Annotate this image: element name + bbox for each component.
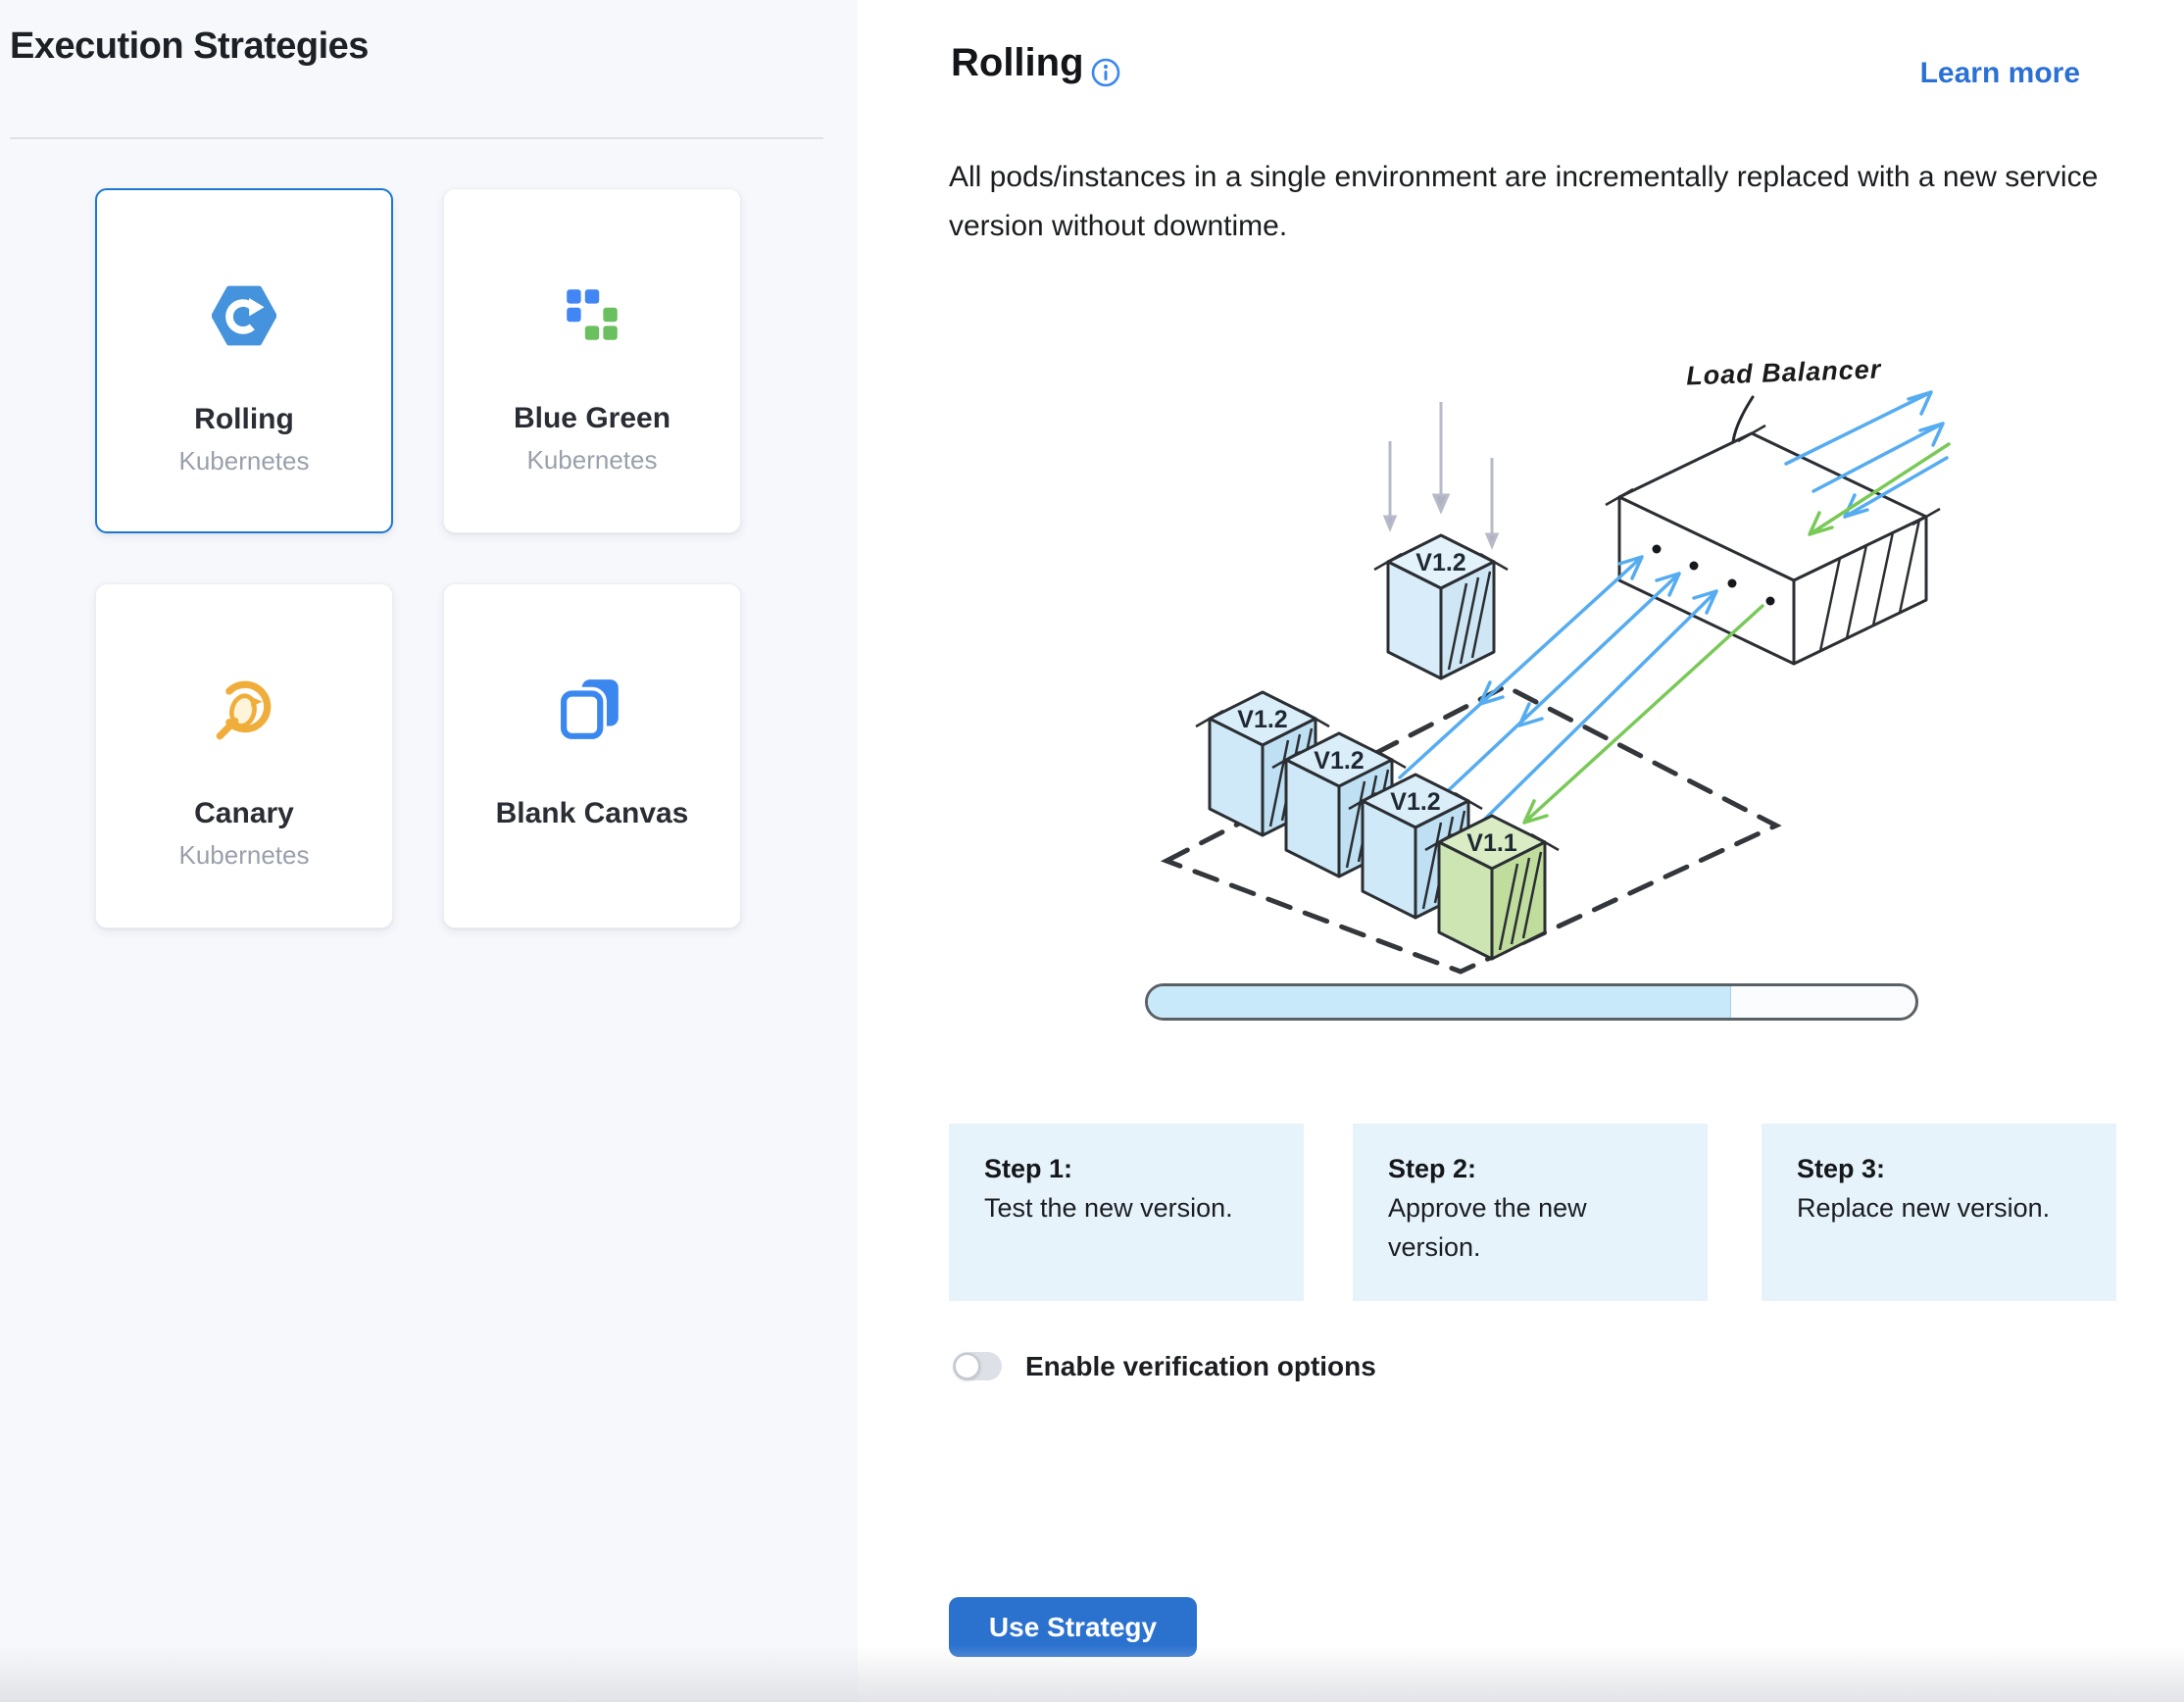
step-card-3: Step 3: Replace new version. [1762,1124,2116,1301]
step-description: Replace new version. [1797,1188,2081,1227]
use-strategy-button[interactable]: Use Strategy [949,1597,1197,1657]
verification-toggle-label: Enable verification options [1025,1352,1376,1381]
info-icon[interactable] [1090,57,1121,88]
toggle-knob [954,1353,980,1379]
step-title: Step 1: [984,1149,1268,1188]
progress-fill [1148,986,1731,1018]
deploy-drop-arrows [1385,402,1497,546]
page-title: Execution Strategies [10,25,369,68]
rolling-deployment-illustration: Load Balancer [1147,348,1951,980]
pod-version-label: V1.2 [1314,747,1364,775]
strategy-card-rolling[interactable]: Rolling Kubernetes [95,188,393,533]
step-description: Test the new version. [984,1188,1268,1227]
step-title: Step 2: [1388,1149,1672,1188]
strategy-card-canary[interactable]: Canary Kubernetes [95,583,393,928]
strategy-card-blue-green[interactable]: Blue Green Kubernetes [443,188,741,533]
strategy-label: Blue Green [514,402,670,435]
strategy-detail-title: Rolling [951,41,1084,85]
strategy-card-blank-canvas[interactable]: Blank Canvas [443,583,741,928]
strategy-label: Canary [194,797,294,830]
pod-version-label: V1.1 [1466,829,1517,857]
step-description: Approve the new version. [1388,1188,1672,1267]
strategy-description: All pods/instances in a single environme… [949,153,2101,251]
step-card-2: Step 2: Approve the new version. [1353,1124,1708,1301]
step-card-1: Step 1: Test the new version. [949,1124,1304,1301]
pod-version-label: V1.2 [1237,706,1287,733]
strategy-sublabel: Kubernetes [527,445,658,476]
sidebar-divider [10,137,823,139]
rolling-hexagon-refresh-icon [212,283,276,348]
blue-green-squares-icon [560,282,624,347]
blank-canvas-pages-icon [560,677,624,742]
learn-more-link[interactable]: Learn more [1920,57,2080,90]
strategy-label: Blank Canvas [496,797,689,830]
step-title: Step 3: [1797,1149,2081,1188]
pod-version-label: V1.2 [1415,549,1465,576]
sidebar: Execution Strategies Rolling Kubernetes … [0,0,858,1702]
strategy-sublabel: Kubernetes [179,446,310,476]
canary-bird-icon [212,677,276,742]
strategy-sublabel: Kubernetes [179,840,310,871]
execution-strategies-screen: Execution Strategies Rolling Kubernetes … [0,0,2184,1702]
strategy-label: Rolling [194,403,294,436]
verification-toggle[interactable] [953,1352,1002,1380]
load-balancer-box [1606,426,1940,664]
rollout-progress-bar [1145,983,1918,1021]
pod-version-label: V1.2 [1390,788,1440,816]
load-balancer-label: Load Balancer [1686,355,1882,391]
